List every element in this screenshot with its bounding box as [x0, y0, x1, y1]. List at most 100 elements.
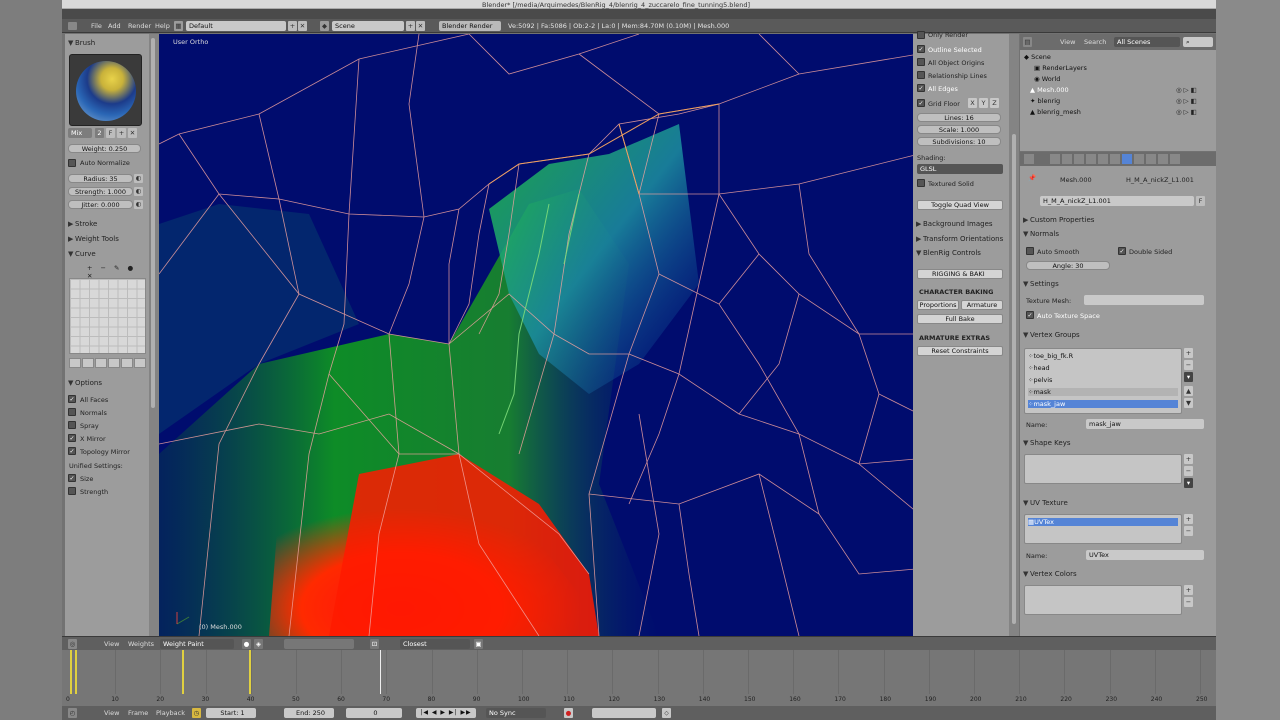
proportions-button[interactable]: Proportions	[917, 300, 959, 310]
remove-vertex-group-button[interactable]: −	[1184, 360, 1193, 370]
uv-texture-item-selected[interactable]: ▦UVTex	[1028, 518, 1178, 526]
tool-shelf-scrollbar[interactable]	[151, 38, 155, 408]
outliner-row-mesh[interactable]: ▲ Mesh.000	[1030, 86, 1069, 94]
shading-mode-select[interactable]: GLSL	[917, 164, 1003, 174]
brush-users-count[interactable]: 2	[95, 128, 104, 138]
brush-fake-user[interactable]: F	[106, 128, 115, 138]
remove-vertex-color-button[interactable]: −	[1184, 597, 1193, 607]
outliner-row-blenrig-mesh[interactable]: ▲ blenrig_mesh	[1030, 108, 1081, 116]
insert-keyframe-icon[interactable]: ⬦	[662, 708, 671, 718]
render-tab-icon[interactable]	[1050, 154, 1060, 164]
outliner-view-menu[interactable]: View	[1060, 38, 1075, 46]
curve-presets[interactable]	[69, 358, 146, 368]
screen-layout-field[interactable]: Default	[186, 21, 286, 31]
timeline-view-menu[interactable]: View	[104, 709, 119, 717]
object-tab-icon[interactable]	[1086, 154, 1096, 164]
render-icon[interactable]: ▣	[474, 639, 483, 649]
constraints-tab-icon[interactable]	[1098, 154, 1108, 164]
snap-icon[interactable]: ⊡	[370, 639, 379, 649]
uv-texture-header[interactable]: ▼ UV Texture	[1023, 499, 1068, 507]
curve-preset-icon[interactable]	[134, 358, 146, 368]
timeline-playback-menu[interactable]: Playback	[156, 709, 185, 717]
brush-section-header[interactable]: ▼ Brush	[68, 39, 95, 47]
keying-set-field[interactable]	[592, 708, 656, 718]
visibility-icons[interactable]: ◎▷◧	[1176, 108, 1199, 116]
shape-keys-list[interactable]	[1024, 454, 1182, 484]
mesh-datablock-field[interactable]: H_M_A_nickZ_L1.001	[1040, 196, 1194, 206]
unified-strength-checkbox[interactable]	[68, 487, 76, 495]
playhead[interactable]	[380, 650, 381, 694]
brush-blend-select[interactable]: Mix	[68, 128, 92, 138]
settings-header[interactable]: ▼ Settings	[1023, 280, 1059, 288]
record-icon[interactable]: ●	[564, 708, 573, 718]
brush-remove-icon[interactable]: ✕	[128, 128, 137, 138]
remove-shape-key-button[interactable]: −	[1184, 466, 1193, 476]
uv-texture-list[interactable]: ▦UVTex	[1024, 514, 1182, 544]
preview-range-icon[interactable]: ◷	[192, 708, 201, 718]
move-up-icon[interactable]: ▲	[1184, 386, 1193, 396]
textured-solid-checkbox[interactable]	[917, 179, 925, 187]
mesh-data-tab-icon[interactable]	[1122, 154, 1132, 164]
shape-key-specials-icon[interactable]: ▾	[1184, 478, 1193, 488]
vertex-group-item[interactable]: ⁘toe_big_fk.R	[1028, 352, 1178, 360]
remove-layout-icon[interactable]: ✕	[298, 21, 307, 31]
npanel-scroll-region[interactable]	[1009, 34, 1019, 636]
outliner-row-renderlayers[interactable]: ▣ RenderLayers	[1034, 64, 1087, 72]
axis-y-toggle[interactable]: Y	[979, 98, 988, 108]
toggle-quad-view-button[interactable]: Toggle Quad View	[917, 200, 1003, 210]
normals-header[interactable]: ▼ Normals	[1023, 230, 1059, 238]
armature-button[interactable]: Armature	[961, 300, 1003, 310]
brush-add-button[interactable]: +	[117, 128, 126, 138]
auto-normalize-checkbox[interactable]	[68, 159, 76, 167]
only-render-checkbox[interactable]	[917, 31, 925, 39]
pivot-icon[interactable]: ◈	[254, 639, 263, 649]
render-engine-select[interactable]: Blender Render	[439, 21, 501, 31]
unified-size-checkbox[interactable]: ✓	[68, 474, 76, 482]
curve-preset-icon[interactable]	[69, 358, 81, 368]
pin-icon[interactable]: 📌	[1028, 174, 1036, 182]
keyframe-marker[interactable]	[249, 650, 251, 694]
visibility-icons[interactable]: ◎▷◧	[1176, 97, 1199, 105]
add-layout-button[interactable]: +	[288, 21, 297, 31]
spray-checkbox[interactable]	[68, 421, 76, 429]
vertex-group-specials-icon[interactable]: ▾	[1184, 372, 1193, 382]
shading-icon[interactable]: ●	[242, 639, 251, 649]
timeline[interactable]: 0 10 20 30 40 50 60 70 80 90 100 110 120 130 140 150 160…	[62, 650, 1216, 706]
vertex-group-list[interactable]: ⁘toe_big_fk.R ⁘head ⁘pelvis ⁘mask ⁘mask_…	[1024, 348, 1182, 414]
3d-viewport[interactable]: User Ortho (0) Mesh.000	[159, 34, 972, 636]
transform-orientations-header[interactable]: ▶ Transform Orientations	[916, 235, 1003, 243]
brush-preview[interactable]	[69, 54, 142, 126]
world-tab-icon[interactable]	[1074, 154, 1084, 164]
all-edges-checkbox[interactable]: ✓	[917, 84, 925, 92]
editor-type-icon[interactable]: ◴	[68, 708, 77, 718]
custom-properties-header[interactable]: ▶ Custom Properties	[1023, 216, 1094, 224]
outliner-search-input[interactable]: ⌕	[1183, 37, 1213, 47]
reset-constraints-button[interactable]: Reset Constraints	[917, 346, 1003, 356]
outliner-row-scene[interactable]: ◆ Scene	[1024, 53, 1051, 61]
snap-target-select[interactable]: Closest	[400, 639, 470, 649]
axis-z-toggle[interactable]: Z	[990, 98, 999, 108]
outliner-search-menu[interactable]: Search	[1084, 38, 1106, 46]
texture-tab-icon[interactable]	[1146, 154, 1156, 164]
strength-pressure-icon[interactable]: ◐	[134, 187, 143, 196]
start-frame-field[interactable]: Start: 1	[206, 708, 256, 718]
grid-scale-slider[interactable]: Scale: 1.000	[917, 125, 1001, 134]
remove-scene-icon[interactable]: ✕	[416, 21, 425, 31]
curve-section-header[interactable]: ▼ Curve	[68, 250, 96, 258]
topology-mirror-checkbox[interactable]: ✓	[68, 447, 76, 455]
mode-select[interactable]: Weight Paint	[160, 639, 234, 649]
vertex-group-item[interactable]: ⁘mask	[1028, 388, 1178, 396]
rigging-baking-tab[interactable]: RIGGING & BAKI	[917, 269, 1003, 279]
outliner-editor-icon[interactable]: ▤	[1023, 37, 1032, 47]
shape-keys-header[interactable]: ▼ Shape Keys	[1023, 439, 1070, 447]
axis-x-toggle[interactable]: X	[968, 98, 977, 108]
remove-uv-texture-button[interactable]: −	[1184, 526, 1193, 536]
add-uv-texture-button[interactable]: +	[1184, 514, 1193, 524]
vertex-group-item-selected[interactable]: ⁘mask_jaw	[1028, 400, 1178, 408]
x-mirror-checkbox[interactable]: ✓	[68, 434, 76, 442]
strength-slider[interactable]: Strength: 1.000	[68, 187, 133, 196]
tool-shelf-scroll-region[interactable]	[149, 34, 159, 636]
editor-type-icon[interactable]: ◎	[68, 639, 77, 649]
all-faces-checkbox[interactable]: ✓	[68, 395, 76, 403]
stroke-section-header[interactable]: ▶ Stroke	[68, 220, 97, 228]
